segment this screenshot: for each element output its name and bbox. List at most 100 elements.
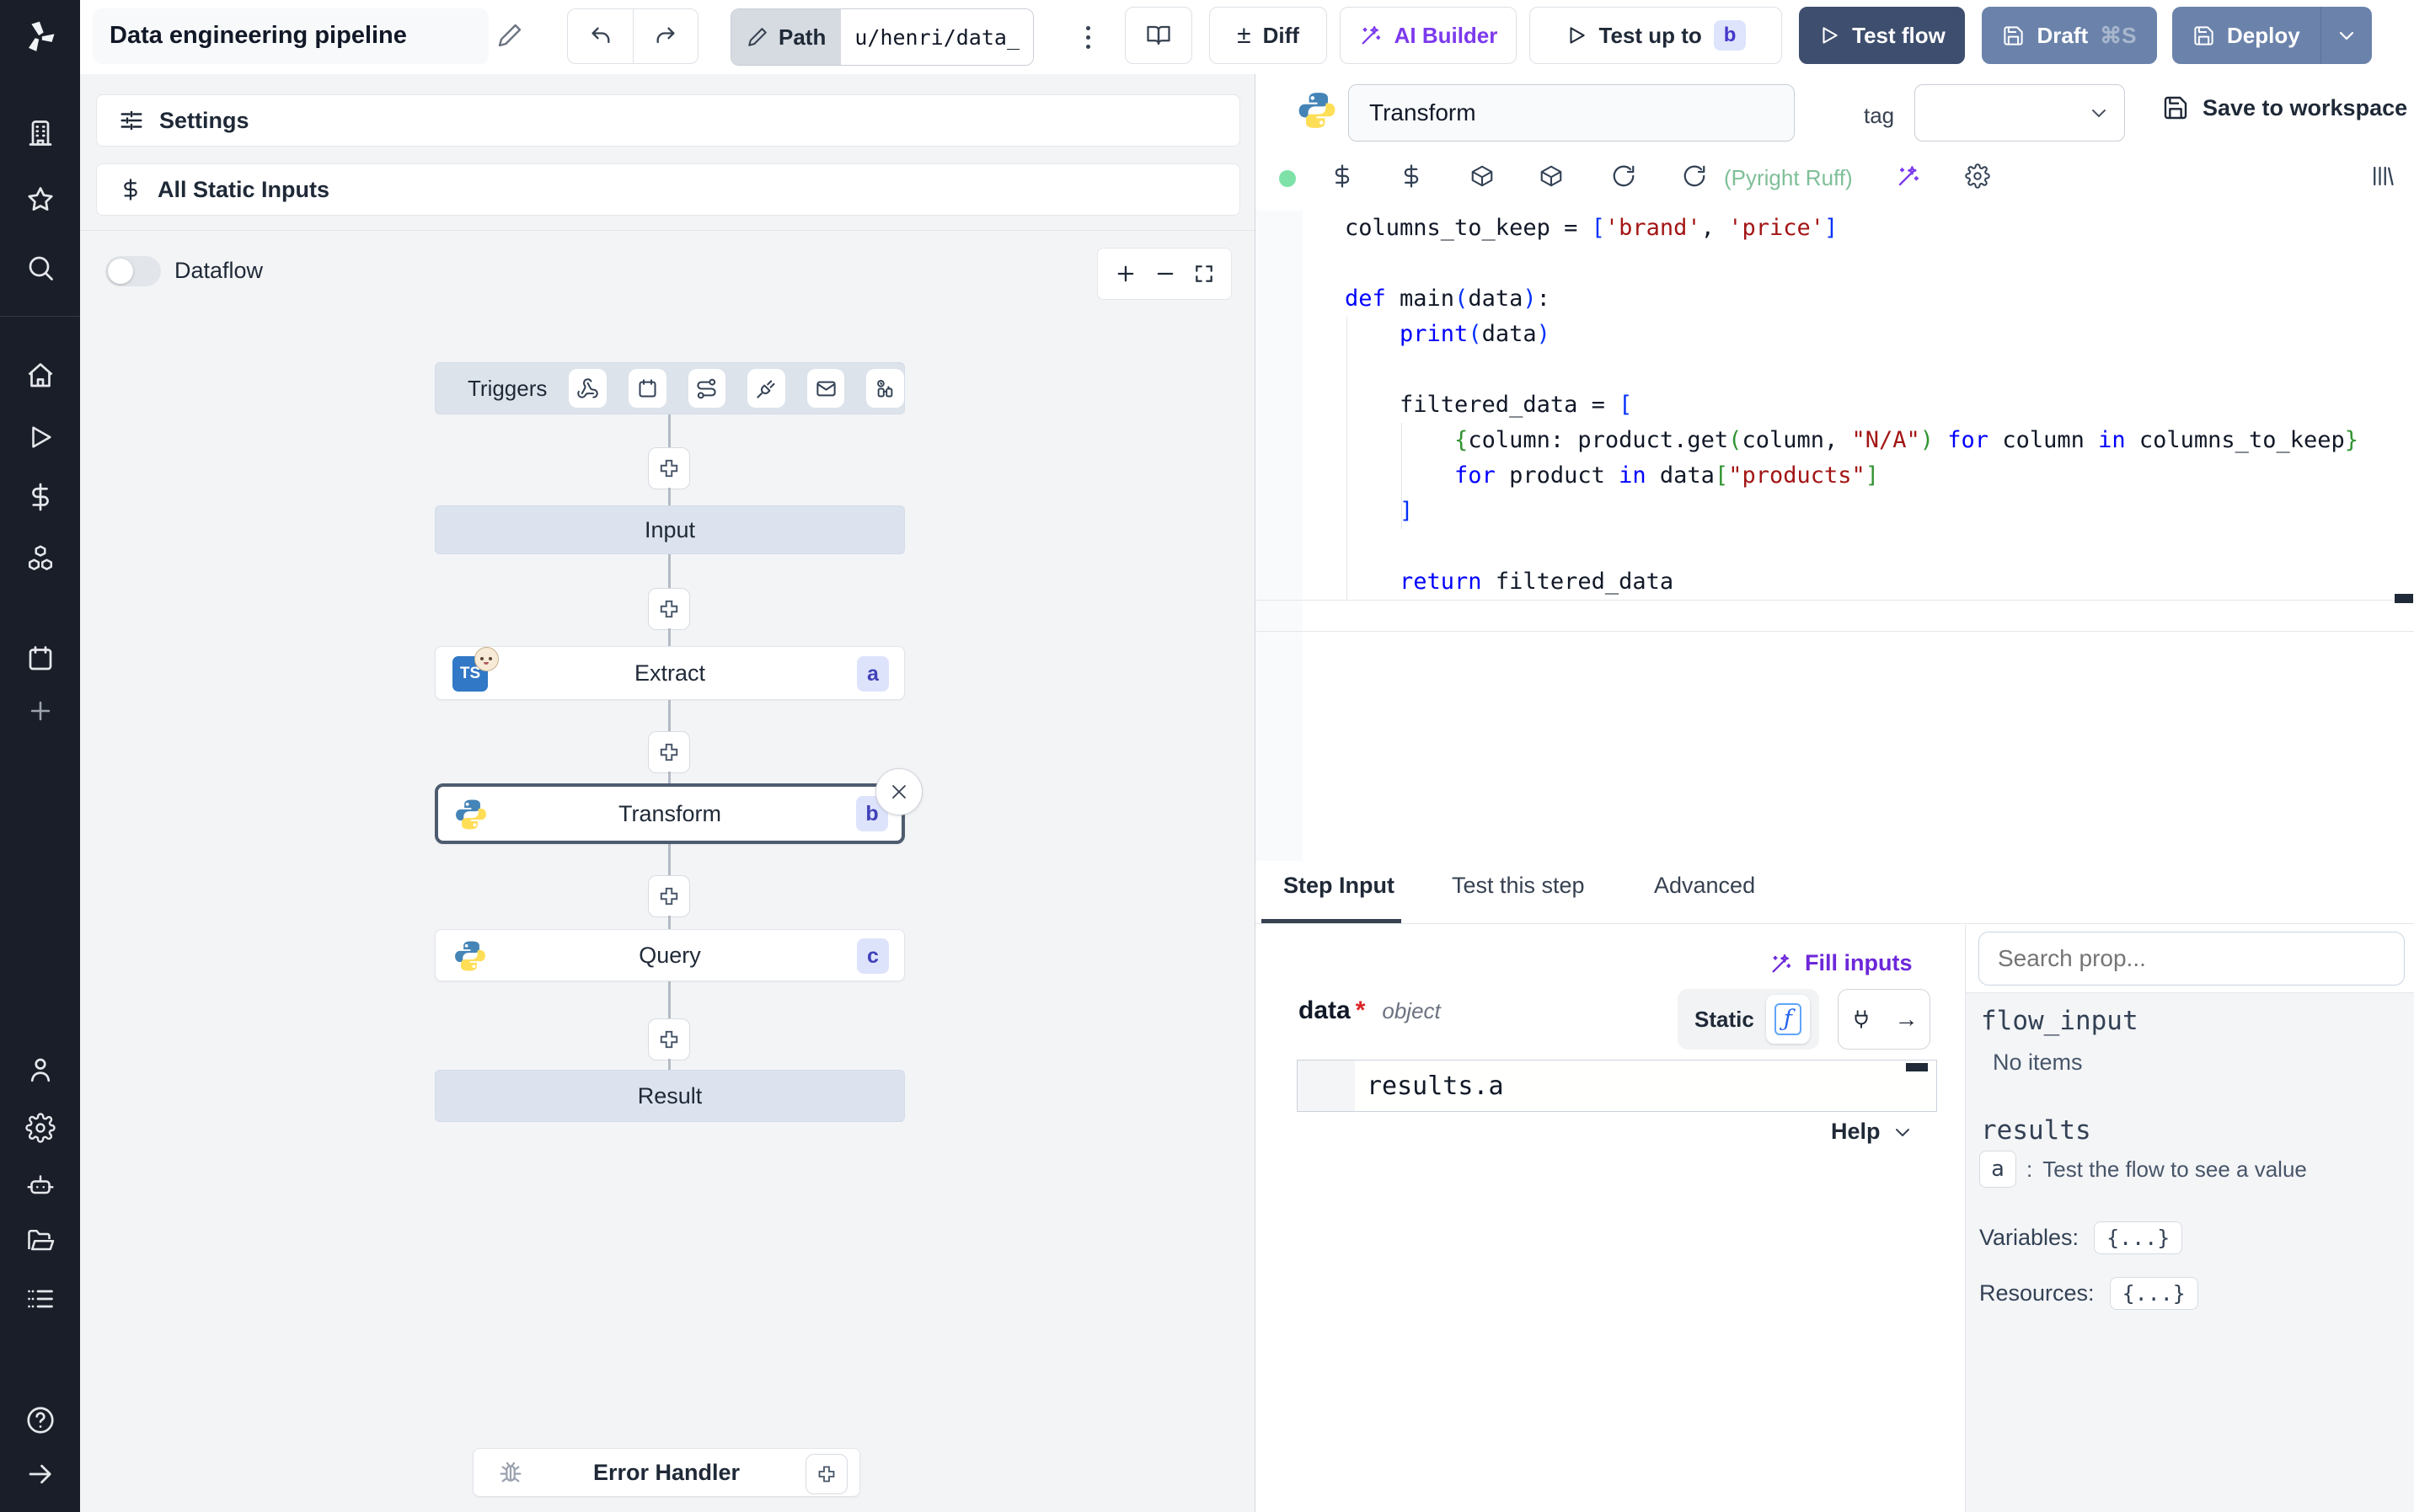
collapse-arrow-icon[interactable] bbox=[0, 1449, 80, 1499]
variables-row[interactable]: Variables: {...} bbox=[1979, 1221, 2183, 1254]
docs-book-button[interactable] bbox=[1125, 7, 1192, 64]
diff-button[interactable]: ± Diff bbox=[1209, 7, 1327, 64]
edit-title-pencil-icon[interactable] bbox=[496, 22, 523, 49]
tab-advanced[interactable]: Advanced bbox=[1654, 873, 1755, 899]
search-icon[interactable] bbox=[0, 243, 80, 293]
schedule-trigger-icon[interactable] bbox=[628, 369, 666, 408]
extract-node[interactable]: TS Extract a bbox=[435, 646, 905, 700]
code-editor[interactable]: columns_to_keep = ['brand', 'price'] def… bbox=[1345, 211, 2406, 600]
folders-icon[interactable] bbox=[0, 1216, 80, 1267]
add-error-handler-button[interactable] bbox=[806, 1454, 848, 1494]
editor-scrollbar-thumb[interactable] bbox=[2395, 594, 2413, 603]
result-node[interactable]: Result bbox=[435, 1070, 905, 1122]
node-label: Extract bbox=[634, 660, 706, 686]
insert-step-button[interactable] bbox=[648, 1018, 690, 1061]
flow-input-section[interactable]: flow_input bbox=[1981, 1006, 2138, 1036]
resources-braces-chip: {...} bbox=[2109, 1277, 2198, 1310]
library-panel-icon[interactable] bbox=[2369, 163, 2395, 189]
resources-row[interactable]: Resources: {...} bbox=[1979, 1277, 2198, 1310]
static-input-dollar-icon[interactable] bbox=[1330, 163, 1355, 189]
path-label: Path bbox=[779, 24, 827, 50]
ai-builder-button[interactable]: AI Builder bbox=[1340, 7, 1517, 64]
arrow-right-icon[interactable]: → bbox=[1895, 1006, 1919, 1033]
variable-dollar-icon[interactable] bbox=[1399, 163, 1424, 189]
tab-step-input[interactable]: Step Input bbox=[1283, 873, 1394, 899]
save-to-workspace-button[interactable]: Save to workspace bbox=[2162, 94, 2407, 121]
help-toggle[interactable]: Help bbox=[1831, 1119, 1913, 1145]
zoom-out-icon[interactable] bbox=[1153, 262, 1177, 286]
schedules-calendar-icon[interactable] bbox=[0, 633, 80, 684]
package-icon[interactable] bbox=[1469, 163, 1495, 189]
webhook-trigger-icon[interactable] bbox=[569, 369, 607, 408]
expr-scrollbar-thumb[interactable] bbox=[1906, 1063, 1928, 1071]
all-static-inputs-bar[interactable]: All Static Inputs bbox=[96, 163, 1240, 216]
home-icon[interactable] bbox=[0, 350, 80, 401]
result-item[interactable]: a : Test the flow to see a value bbox=[1979, 1151, 2307, 1188]
draft-shortcut: ⌘S bbox=[2100, 22, 2137, 48]
transform-node-selected[interactable]: Transform b bbox=[435, 783, 905, 844]
insert-step-button[interactable] bbox=[648, 447, 690, 489]
poll-trigger-icon[interactable] bbox=[866, 369, 904, 408]
deploy-button[interactable]: Deploy bbox=[2172, 7, 2320, 64]
draft-button[interactable]: Draft ⌘S bbox=[1982, 7, 2157, 64]
error-handler-node[interactable]: Error Handler bbox=[473, 1448, 860, 1497]
insert-step-button[interactable] bbox=[648, 731, 690, 773]
tab-test-this-step[interactable]: Test this step bbox=[1452, 873, 1585, 899]
error-handler-label: Error Handler bbox=[592, 1459, 741, 1485]
path-group[interactable]: Path u/henri/data_ bbox=[731, 8, 1035, 66]
variables-dollar-icon[interactable] bbox=[0, 472, 80, 522]
bun-logo-icon bbox=[474, 647, 499, 671]
static-mode-toggle[interactable]: Static ƒ bbox=[1678, 989, 1819, 1050]
add-plus-icon[interactable] bbox=[0, 686, 80, 736]
more-kebab-icon[interactable] bbox=[1071, 13, 1105, 61]
insert-step-button[interactable] bbox=[648, 588, 690, 630]
test-up-to-button[interactable]: Test up to b bbox=[1529, 7, 1782, 64]
chevron-down-icon bbox=[1895, 1128, 1909, 1136]
redo-button[interactable] bbox=[633, 8, 699, 64]
input-node[interactable]: Input bbox=[435, 505, 905, 554]
flow-settings-bar[interactable]: Settings bbox=[96, 94, 1240, 147]
websocket-plug-trigger-icon[interactable] bbox=[747, 369, 785, 408]
user-icon[interactable] bbox=[0, 1045, 80, 1095]
query-node[interactable]: Query c bbox=[435, 929, 905, 981]
email-trigger-icon[interactable] bbox=[806, 369, 845, 408]
workspace-icon[interactable] bbox=[0, 108, 80, 158]
editor-settings-gear-icon[interactable] bbox=[1965, 163, 1990, 189]
sidebar-divider bbox=[0, 316, 80, 317]
dataflow-toggle[interactable] bbox=[105, 256, 161, 286]
logs-list-icon[interactable] bbox=[0, 1274, 80, 1324]
remove-step-close-icon[interactable] bbox=[875, 768, 923, 815]
tag-select[interactable] bbox=[1914, 84, 2125, 142]
reload-icon[interactable] bbox=[1611, 163, 1636, 189]
resources-boxes-icon[interactable] bbox=[0, 533, 80, 584]
python-icon bbox=[453, 797, 489, 832]
settings-gear-icon[interactable] bbox=[0, 1103, 80, 1153]
insert-step-button[interactable] bbox=[648, 875, 690, 917]
workers-robot-icon[interactable] bbox=[0, 1160, 80, 1210]
plug-icon[interactable] bbox=[1850, 1008, 1872, 1030]
path-value[interactable]: u/henri/data_ bbox=[841, 9, 1034, 65]
function-mode-icon[interactable]: ƒ bbox=[1765, 995, 1810, 1044]
package-icon[interactable] bbox=[1539, 163, 1564, 189]
favorites-star-icon[interactable] bbox=[0, 174, 80, 225]
step-id-badge: c bbox=[857, 938, 889, 974]
step-id-badge: a bbox=[857, 656, 889, 692]
route-trigger-icon[interactable] bbox=[688, 369, 726, 408]
step-name-input[interactable] bbox=[1348, 84, 1795, 142]
reload-icon[interactable] bbox=[1682, 163, 1707, 189]
test-flow-button[interactable]: Test flow bbox=[1799, 7, 1965, 64]
expr-input[interactable]: results.a bbox=[1297, 1060, 1937, 1112]
ai-wand-icon[interactable] bbox=[1896, 163, 1921, 189]
zoom-in-icon[interactable] bbox=[1114, 262, 1137, 286]
triggers-node[interactable]: Triggers bbox=[435, 362, 905, 414]
windmill-logo-icon[interactable] bbox=[0, 10, 80, 64]
fill-inputs-button[interactable]: Fill inputs bbox=[1769, 950, 1913, 976]
runs-play-icon[interactable] bbox=[0, 412, 80, 462]
help-icon[interactable] bbox=[0, 1395, 80, 1445]
search-prop-input[interactable] bbox=[1978, 932, 2405, 986]
fit-view-icon[interactable] bbox=[1193, 263, 1215, 285]
results-section[interactable]: results bbox=[1981, 1115, 2091, 1146]
undo-button[interactable] bbox=[567, 8, 633, 64]
deploy-dropdown-chevron-icon[interactable] bbox=[2321, 7, 2372, 64]
lint-status: (Pyright Ruff) bbox=[1724, 165, 1853, 190]
